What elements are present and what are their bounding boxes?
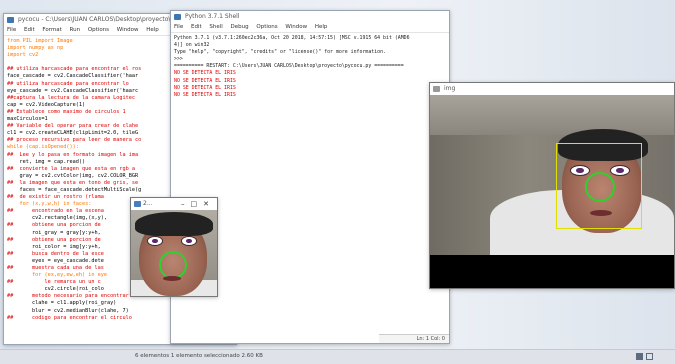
menu-window[interactable]: Window [117, 27, 139, 33]
right-eye [181, 236, 197, 246]
menu-help[interactable]: Help [146, 27, 159, 33]
menu-shell[interactable]: Shell [209, 24, 222, 30]
explorer-status: 6 elementos 1 elemento seleccionado 2.60… [135, 353, 263, 359]
small-cam-title: 2... [143, 200, 153, 207]
menu-debug[interactable]: Debug [231, 24, 249, 30]
shell-titlebar[interactable]: Python 3.7.1 Shell [171, 11, 449, 23]
view-toggle-icon[interactable] [636, 353, 643, 360]
shell-line: NO SE DETECTA EL IRIS [174, 84, 236, 91]
menu-window[interactable]: Window [285, 24, 307, 30]
menu-edit[interactable]: Edit [24, 27, 35, 33]
shell-statusbar: Ln: 1 Col: 0 [379, 334, 449, 343]
img-title: img [444, 85, 456, 92]
ceiling-light [430, 95, 674, 135]
img-window[interactable]: img [429, 82, 675, 289]
shell-line: NO SE DETECTA EL IRIS [174, 77, 236, 84]
shell-line: 4)] on win32 [174, 42, 210, 49]
small-cam-window[interactable]: 2... –□✕ [130, 197, 218, 297]
img-titlebar[interactable]: img [430, 83, 674, 95]
shell-line: ========== RESTART: C:\Users\JUAN CARLOS… [174, 63, 404, 70]
taskbar: 6 elementos 1 elemento seleccionado 2.60… [0, 349, 675, 364]
menu-edit[interactable]: Edit [191, 24, 202, 30]
shell-line: NO SE DETECTA EL IRIS [174, 70, 236, 77]
mouth [590, 210, 612, 216]
menu-options[interactable]: Options [88, 27, 109, 33]
menu-file[interactable]: File [174, 24, 183, 30]
menu-file[interactable]: File [7, 27, 16, 33]
details-view-icon[interactable] [646, 353, 653, 360]
detection-circle [585, 172, 615, 202]
black-bar [430, 255, 674, 288]
detection-circle [159, 251, 187, 279]
shell-line: Python 3.7.1 (v3.7.1:260ec2c36a, Oct 20 … [174, 35, 410, 41]
shell-line: >>> [174, 56, 183, 63]
menu-options[interactable]: Options [256, 24, 277, 30]
menu-help[interactable]: Help [315, 24, 328, 30]
hair [135, 212, 213, 236]
shell-title: Python 3.7.1 Shell [185, 13, 240, 20]
python-icon [174, 14, 181, 20]
shell-line: NO SE DETECTA EL IRIS [174, 91, 236, 98]
menu-run[interactable]: Run [70, 27, 81, 33]
menu-format[interactable]: Format [42, 27, 61, 33]
shell-output[interactable]: Python 3.7.1 (v3.7.1:260ec2c36a, Oct 20 … [171, 33, 449, 101]
mouth [163, 276, 181, 281]
camera-view [430, 95, 674, 288]
shell-menubar: File Edit Shell Debug Options Window Hel… [171, 23, 449, 33]
left-eye [147, 236, 163, 246]
python-icon [7, 17, 14, 23]
cursor-position: Ln: 1 Col: 0 [416, 336, 445, 342]
window-icon [134, 201, 141, 207]
shell-line: Type "help", "copyright", "credits" or "… [174, 49, 386, 56]
window-controls[interactable]: –□✕ [181, 198, 215, 210]
small-cam-titlebar[interactable]: 2... –□✕ [131, 198, 217, 210]
window-icon [433, 86, 440, 92]
small-camera-view [131, 210, 217, 296]
